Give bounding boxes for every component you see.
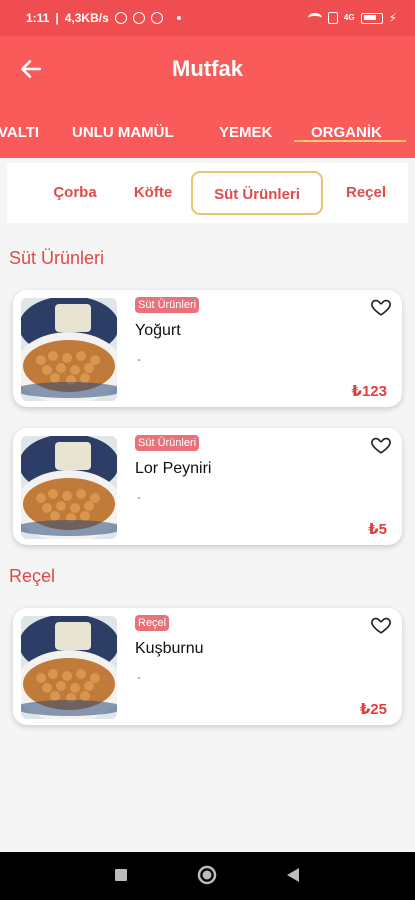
favorite-heart-icon[interactable]: [370, 614, 392, 636]
product-description: -: [137, 490, 141, 504]
category-badge: Reçel: [135, 615, 170, 631]
sync-icon: [132, 12, 145, 24]
product-description: -: [137, 670, 141, 684]
status-speed: 4,3KB/s: [64, 11, 109, 25]
app-bar: Mutfak: [0, 36, 415, 102]
subtab-kofte[interactable]: Köfte: [122, 171, 184, 215]
blocked-icon: [150, 12, 163, 24]
product-name: Yoğurt: [135, 322, 181, 339]
product-card[interactable]: Reçel Kuşburnu - ₺25: [13, 608, 402, 725]
section-title: Reçel: [9, 566, 56, 586]
product-card[interactable]: Süt Ürünleri Lor Peyniri - ₺5: [13, 428, 402, 545]
favorite-heart-icon[interactable]: [370, 296, 392, 318]
active-tab-indicator: [294, 140, 406, 142]
sim-icon: [327, 12, 338, 24]
product-image: [21, 298, 117, 401]
product-name: Lor Peyniri: [135, 460, 212, 477]
product-price: ₺123: [351, 383, 387, 400]
page-title: Mutfak: [172, 56, 243, 81]
subcategory-bar: Çorba Köfte Süt Ürünleri Reçel: [7, 163, 408, 223]
tab-organik[interactable]: ORGANİK: [311, 124, 382, 141]
system-navigation-bar: [0, 852, 415, 900]
subtab-corba[interactable]: Çorba: [40, 171, 110, 215]
product-image: [21, 436, 117, 539]
product-name: Kuşburnu: [135, 640, 204, 657]
favorite-heart-icon[interactable]: [370, 434, 392, 456]
section-title: Süt Ürünleri: [9, 248, 105, 268]
notification-dot-icon: [176, 16, 181, 20]
tab-kahvalti[interactable]: VALTI: [0, 124, 39, 141]
subtab-recel[interactable]: Reçel: [335, 171, 397, 215]
product-image: [21, 616, 117, 719]
back-arrow-icon[interactable]: [18, 56, 44, 82]
product-price: ₺25: [359, 701, 387, 718]
status-bar: 1:11 | 4,3KB/s 4G ⚡: [0, 0, 415, 36]
category-badge: Süt Ürünleri: [135, 297, 200, 313]
category-badge: Süt Ürünleri: [135, 435, 200, 451]
charging-icon: ⚡: [388, 11, 397, 25]
signal-icon: 4G: [343, 13, 355, 22]
product-price: ₺5: [368, 521, 387, 538]
battery-icon: [360, 12, 383, 24]
status-time: 1:11: [26, 11, 50, 25]
alarm-icon: [114, 12, 127, 24]
tab-yemek[interactable]: YEMEK: [219, 124, 272, 141]
tab-unlu-mamul[interactable]: UNLU MAMÜL: [72, 124, 174, 141]
back-triangle-icon[interactable]: [286, 867, 300, 883]
subtab-sut-urunleri[interactable]: Süt Ürünleri: [191, 171, 323, 215]
home-circle-icon[interactable]: [197, 865, 217, 885]
wifi-icon: [307, 13, 322, 23]
category-tabs: VALTI UNLU MAMÜL YEMEK ORGANİK: [0, 102, 415, 158]
product-description: -: [137, 352, 141, 366]
recents-square-icon[interactable]: [114, 868, 128, 882]
product-card[interactable]: Süt Ürünleri Yoğurt - ₺123: [13, 290, 402, 407]
